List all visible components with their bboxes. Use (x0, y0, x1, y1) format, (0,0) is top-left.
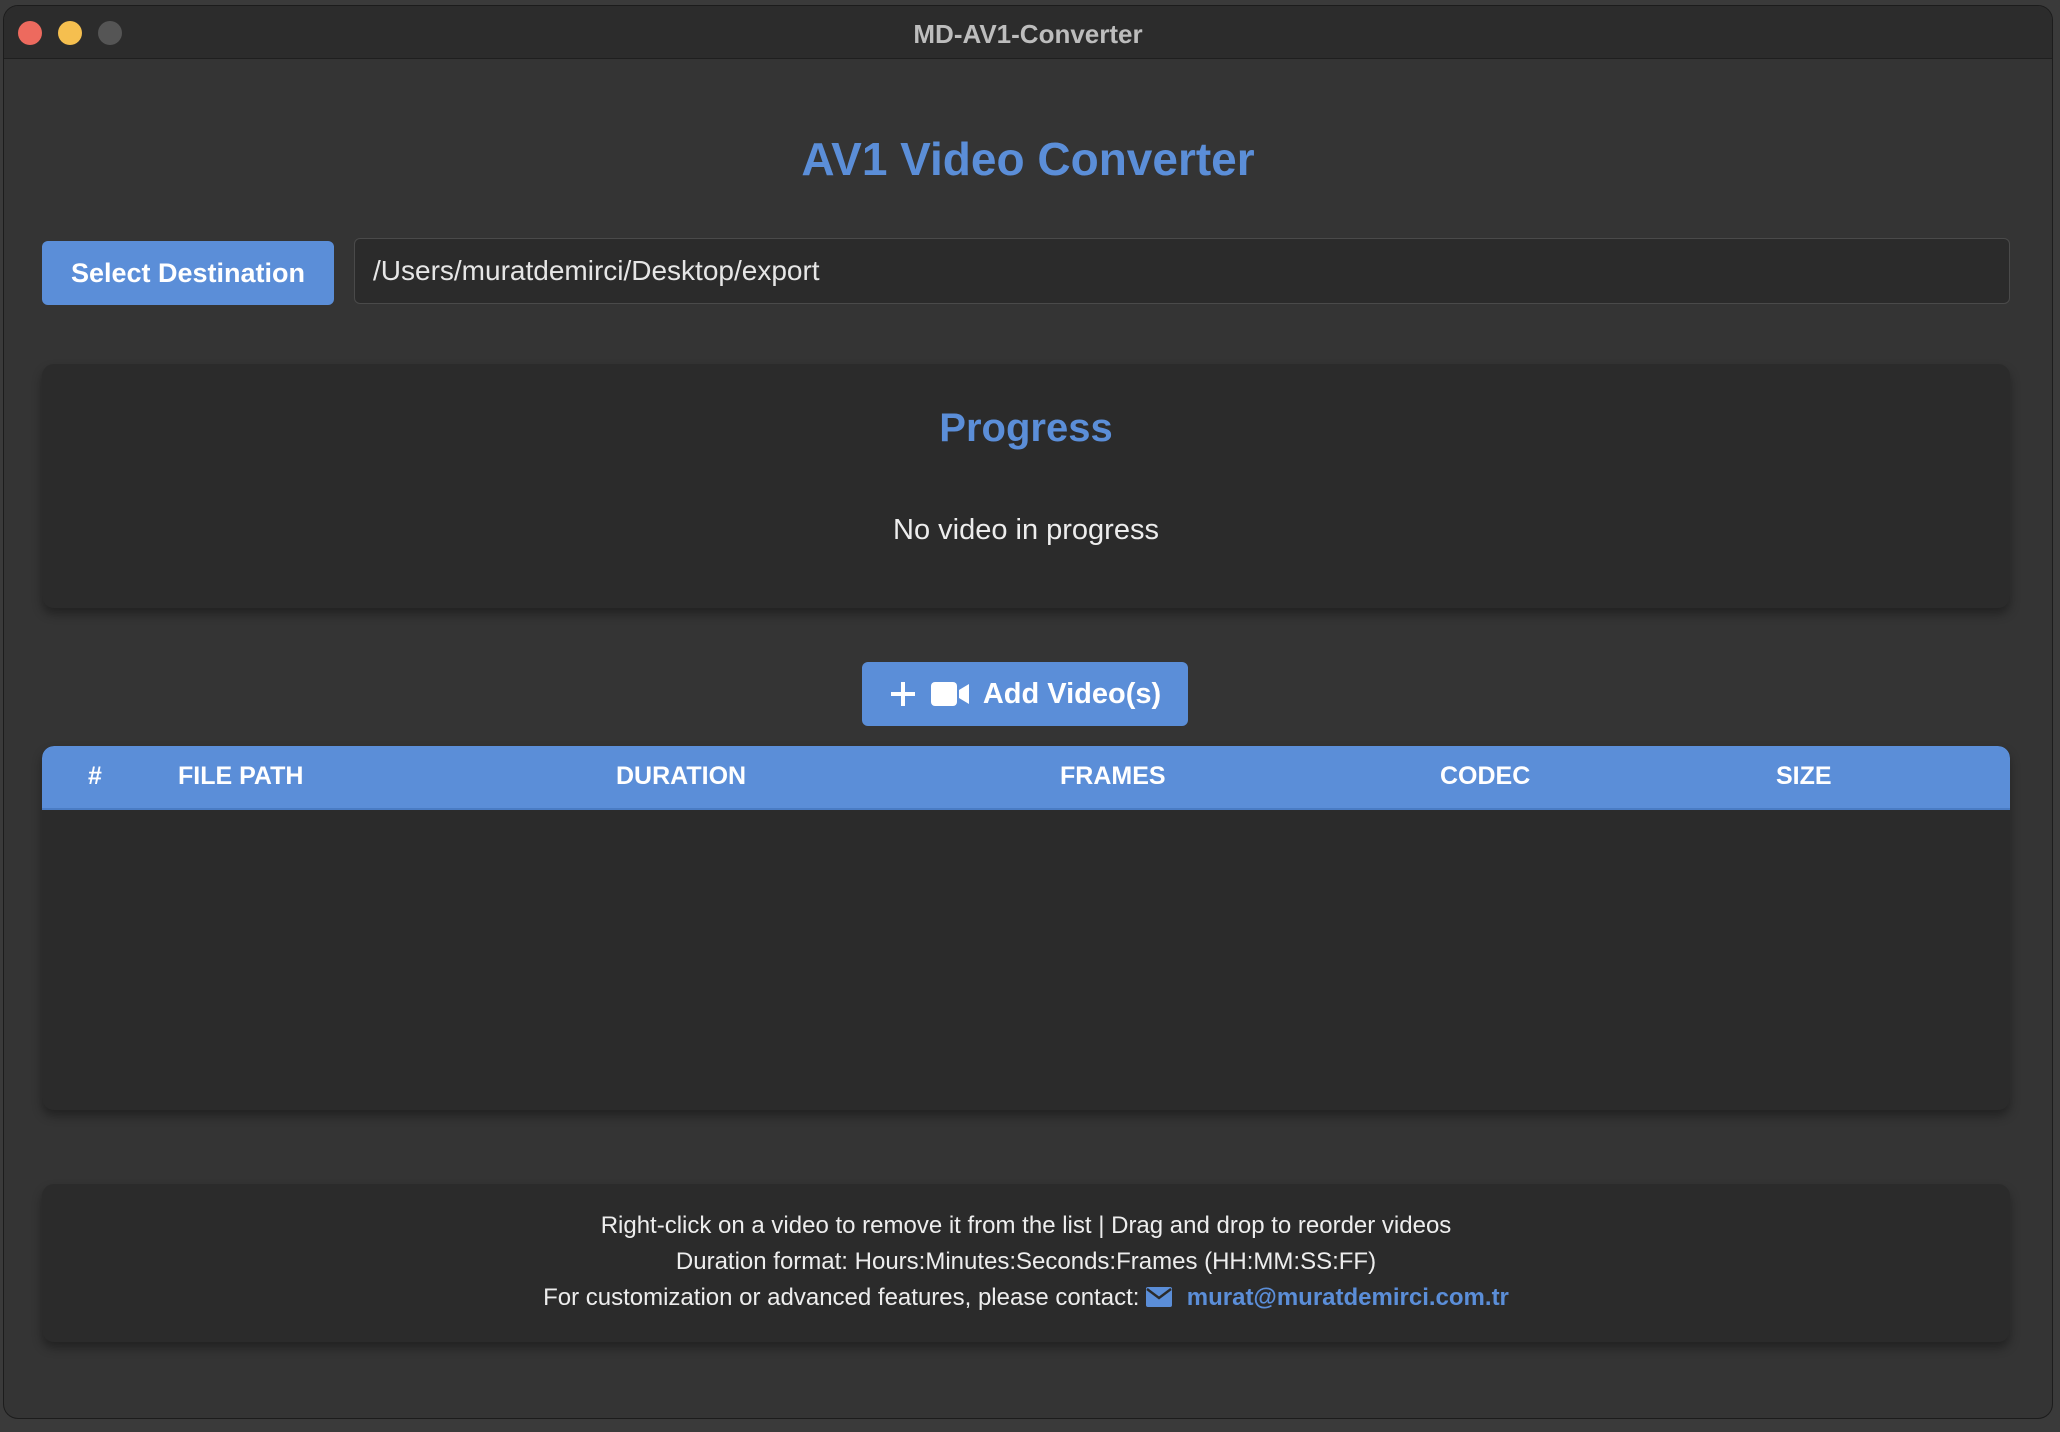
table-body[interactable] (42, 810, 2010, 1110)
help-footer: Right-click on a video to remove it from… (42, 1184, 2010, 1342)
window-title: MD-AV1-Converter (913, 19, 1143, 49)
contact-email-link[interactable]: murat@muratdemirci.com.tr (1187, 1284, 1509, 1311)
progress-title: Progress (939, 406, 1113, 450)
column-header-frames[interactable]: FRAMES (1060, 762, 1166, 791)
destination-path-input[interactable] (354, 238, 2010, 304)
contact-prompt: For customization or advanced features, … (543, 1284, 1140, 1311)
app-window: MD-AV1-Converter AV1 Video Converter Sel… (4, 6, 2052, 1418)
video-camera-icon (930, 681, 969, 707)
progress-status: No video in progress (893, 514, 1159, 546)
title-bar[interactable]: MD-AV1-Converter (4, 6, 2052, 59)
column-header-file-path[interactable]: FILE PATH (178, 762, 303, 791)
select-destination-button[interactable]: Select Destination (42, 241, 334, 305)
envelope-icon (1146, 1286, 1173, 1314)
help-text-duration-format: Duration format: Hours:Minutes:Seconds:F… (675, 1248, 1377, 1275)
add-videos-button[interactable]: Add Video(s) (862, 662, 1188, 726)
help-text-contact: For customization or advanced features, … (42, 1284, 2010, 1314)
progress-panel: Progress No video in progress (42, 364, 2010, 608)
video-list-table[interactable]: # FILE PATH DURATION FRAMES CODEC SIZE (42, 746, 2010, 1110)
column-header-size[interactable]: SIZE (1776, 762, 1832, 791)
column-header-codec[interactable]: CODEC (1440, 762, 1530, 791)
column-header-index[interactable]: # (88, 762, 102, 791)
app-heading: AV1 Video Converter (801, 133, 1255, 185)
column-header-duration[interactable]: DURATION (616, 762, 746, 791)
plus-icon (889, 680, 917, 708)
table-header: # FILE PATH DURATION FRAMES CODEC SIZE (42, 746, 2010, 810)
add-videos-label: Add Video(s) (982, 677, 1162, 710)
help-text-reorder: Right-click on a video to remove it from… (600, 1212, 1452, 1239)
